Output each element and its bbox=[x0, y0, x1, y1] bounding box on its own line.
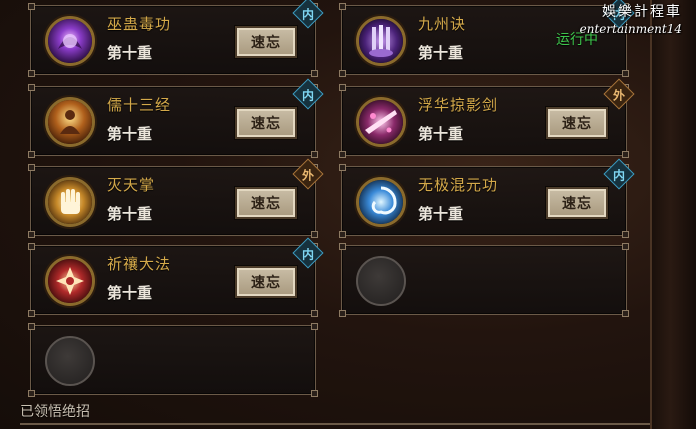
internal-badge: 内 bbox=[292, 78, 324, 110]
skill-name: 灭天掌 bbox=[107, 176, 156, 194]
internal-badge: 内 bbox=[603, 158, 635, 190]
skill-card-fuhua[interactable]: 浮华掠影剑 第十重 速忘 外 bbox=[339, 78, 635, 158]
blue-vortex-icon bbox=[356, 177, 406, 227]
empty-skill-slot[interactable] bbox=[339, 243, 629, 317]
skill-name: 无极混元功 bbox=[418, 176, 499, 194]
section-divider bbox=[20, 423, 650, 425]
skill-level: 第十重 bbox=[418, 44, 464, 62]
right-panel-edge bbox=[650, 0, 696, 429]
external-badge: 外 bbox=[292, 158, 324, 190]
golden-palm-icon bbox=[45, 177, 95, 227]
internal-badge: 内 bbox=[292, 237, 324, 269]
skill-name: 祈禳大法 bbox=[107, 255, 172, 273]
internal-badge: 内 bbox=[292, 0, 324, 29]
forget-button[interactable]: 速忘 bbox=[235, 266, 297, 298]
watermark-line2: entertainment14 bbox=[579, 22, 682, 36]
skill-level: 第十重 bbox=[418, 205, 464, 223]
meditating-scholar-icon bbox=[45, 97, 95, 147]
skill-level: 第十重 bbox=[107, 125, 153, 143]
empty-skill-slot[interactable] bbox=[28, 323, 318, 397]
empty-slot-icon bbox=[45, 336, 95, 386]
forget-button[interactable]: 速忘 bbox=[235, 187, 297, 219]
skill-name: 巫蛊毒功 bbox=[107, 15, 172, 33]
external-badge: 外 bbox=[603, 78, 635, 110]
skill-name: 九州诀 bbox=[418, 15, 467, 33]
skill-card-mietian[interactable]: 灭天掌 第十重 速忘 外 bbox=[28, 158, 324, 238]
watermark-line1: 娛樂計程車 bbox=[602, 4, 682, 20]
pink-sword-slash-icon bbox=[356, 97, 406, 147]
forget-button[interactable]: 速忘 bbox=[235, 26, 297, 58]
forget-button[interactable]: 速忘 bbox=[546, 107, 608, 139]
watermark: 娛樂計程車 entertainment14 bbox=[580, 4, 682, 38]
skill-level: 第十重 bbox=[418, 125, 464, 143]
forget-button[interactable]: 速忘 bbox=[546, 187, 608, 219]
forget-button[interactable]: 速忘 bbox=[235, 107, 297, 139]
skill-level: 第十重 bbox=[107, 284, 153, 302]
skill-card-rushisan[interactable]: 儒十三经 第十重 速忘 内 bbox=[28, 78, 324, 158]
purple-skull-swirl-icon bbox=[45, 16, 95, 66]
skill-level: 第十重 bbox=[107, 44, 153, 62]
empty-slot-icon bbox=[356, 256, 406, 306]
skill-name: 浮华掠影剑 bbox=[418, 96, 499, 114]
skill-card-wuji[interactable]: 无极混元功 第十重 速忘 内 bbox=[339, 158, 635, 238]
skill-card-wugu[interactable]: 巫蛊毒功 第十重 速忘 内 bbox=[28, 0, 324, 77]
section-label: 已领悟绝招 bbox=[20, 404, 90, 420]
skill-name: 儒十三经 bbox=[107, 96, 172, 114]
skill-card-qirang[interactable]: 祈禳大法 第十重 速忘 内 bbox=[28, 237, 324, 317]
red-rune-icon bbox=[45, 256, 95, 306]
skill-level: 第十重 bbox=[107, 205, 153, 223]
purple-pillars-icon bbox=[356, 16, 406, 66]
